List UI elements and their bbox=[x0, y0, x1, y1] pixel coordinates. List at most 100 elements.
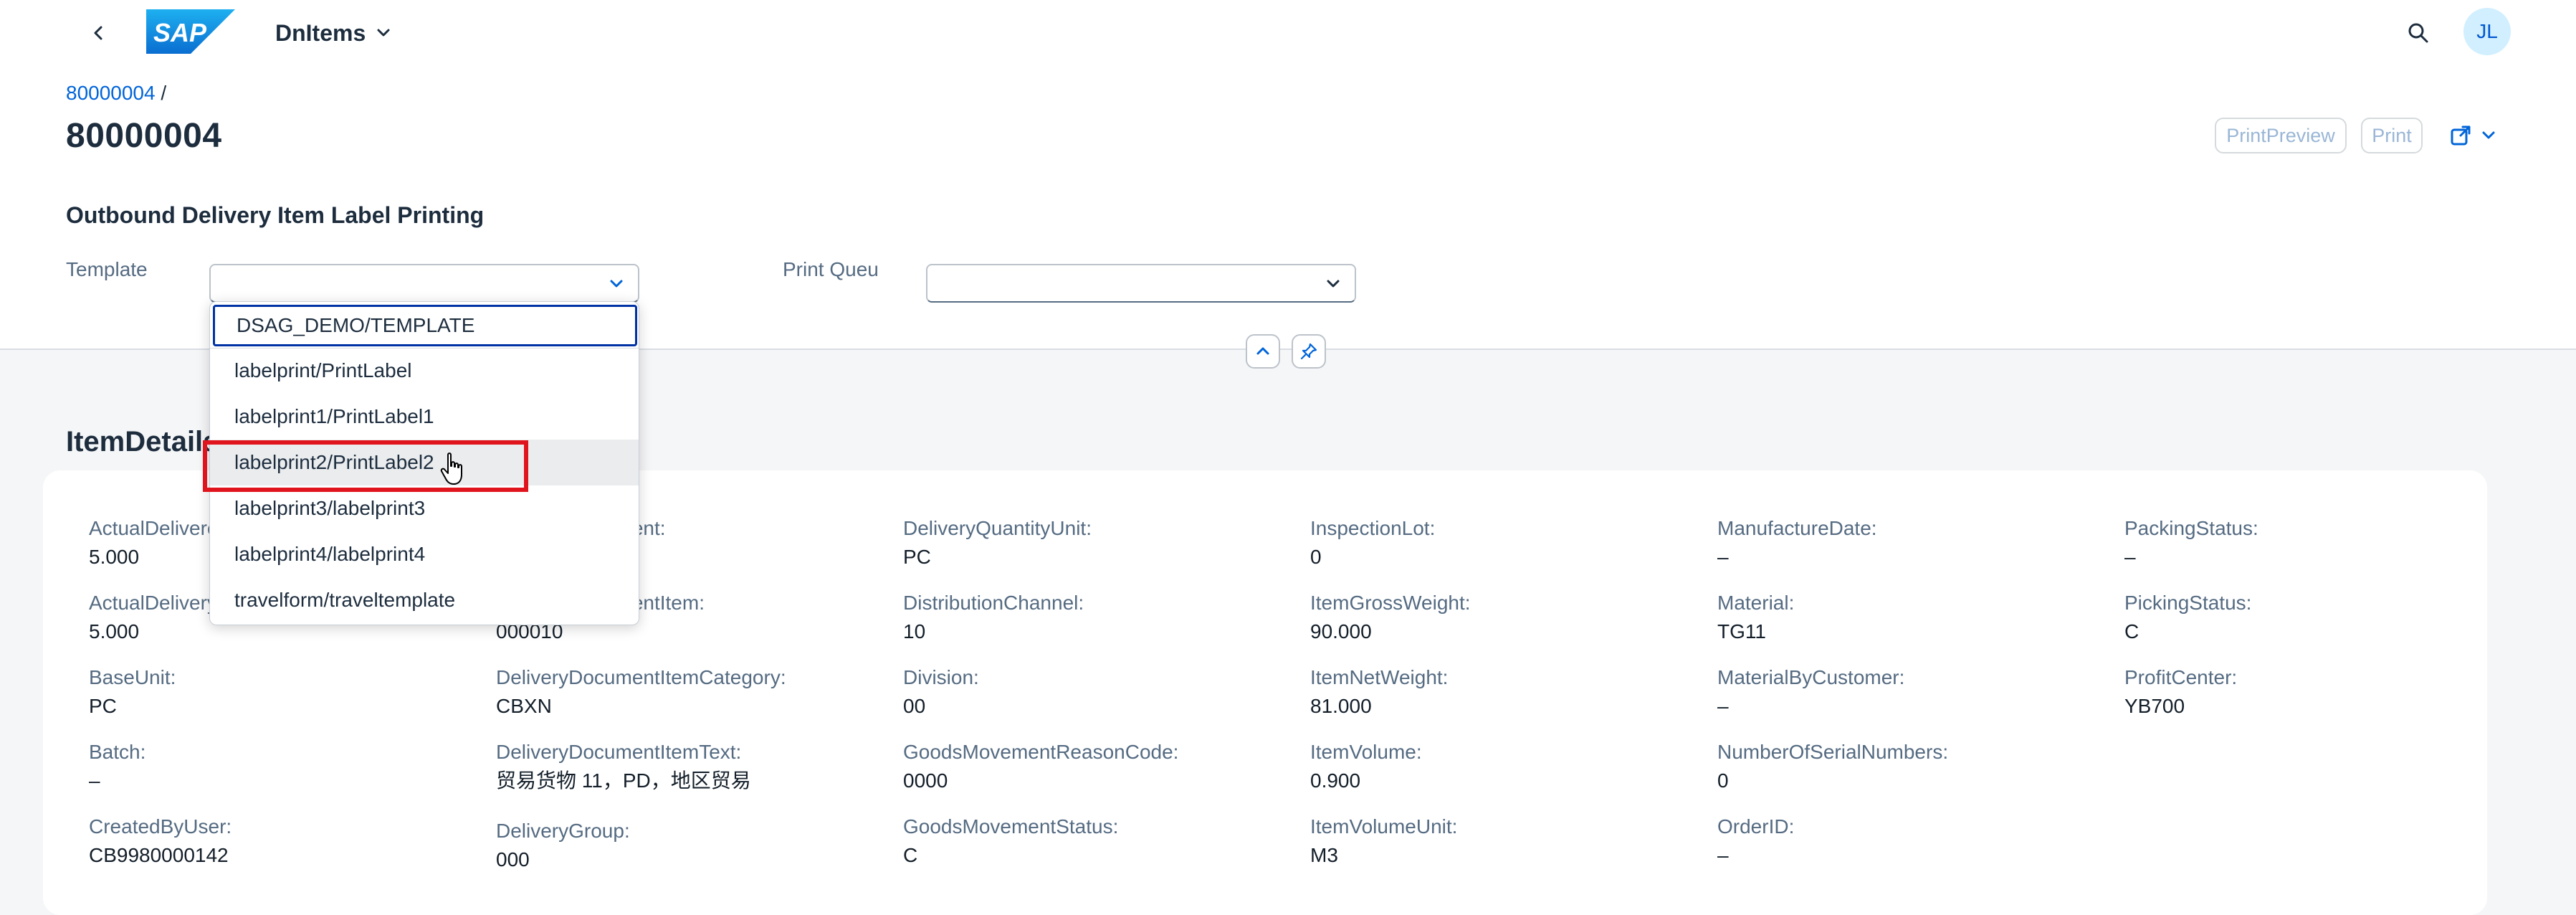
field-label: DeliveryGroup: bbox=[496, 820, 630, 842]
print-queue-label: Print Queu bbox=[783, 258, 879, 280]
hand-cursor-icon bbox=[440, 452, 462, 485]
dropdown-option[interactable]: labelprint3/labelprint3 bbox=[210, 485, 639, 531]
dropdown-option[interactable]: labelprint4/labelprint4 bbox=[210, 531, 639, 577]
field-value: 0 bbox=[1310, 546, 1322, 568]
shell-bar: SAP DnItems JL bbox=[0, 0, 2576, 66]
chevron-down-icon bbox=[2482, 131, 2495, 139]
field-material: Material: TG11 bbox=[1717, 591, 2104, 644]
dropdown-option[interactable]: labelprint1/PrintLabel1 bbox=[210, 394, 639, 440]
app-title: DnItems bbox=[275, 19, 366, 46]
field-value: 90.000 bbox=[1310, 620, 1372, 643]
chevron-down-icon bbox=[377, 29, 390, 37]
field-value: – bbox=[1717, 546, 1729, 568]
field-packing-status: PackingStatus: – bbox=[2124, 516, 2511, 569]
breadcrumb-link[interactable]: 80000004 bbox=[66, 82, 156, 104]
sap-logo: SAP bbox=[146, 9, 235, 54]
field-value: 00 bbox=[903, 695, 926, 717]
dropdown-option[interactable]: travelform/traveltemplate bbox=[210, 577, 639, 623]
print-label: Print bbox=[2372, 124, 2412, 146]
field-division: Division: 00 bbox=[903, 665, 1290, 719]
field-label: OrderID: bbox=[1717, 815, 1795, 838]
field-label: DeliveryDocumentItemText: bbox=[496, 741, 742, 763]
field-value: CB9980000142 bbox=[89, 844, 229, 866]
field-label: MaterialByCustomer: bbox=[1717, 666, 1905, 688]
field-value: 贸易货物 11，PD，地区贸易 bbox=[496, 769, 751, 792]
field-value: M3 bbox=[1310, 844, 1338, 866]
field-goods-movement-reason-code: GoodsMovementReasonCode: 0000 bbox=[903, 740, 1290, 793]
field-profit-center: ProfitCenter: YB700 bbox=[2124, 665, 2511, 719]
field-value: PC bbox=[89, 695, 117, 717]
print-button[interactable]: Print bbox=[2361, 118, 2423, 153]
section-title: Outbound Delivery Item Label Printing bbox=[66, 202, 485, 228]
field-created-by-user: CreatedByUser: CB9980000142 bbox=[89, 815, 476, 868]
field-label: PickingStatus: bbox=[2124, 592, 2252, 614]
dropdown-option[interactable]: DSAG_DEMO/TEMPLATE bbox=[213, 305, 637, 346]
field-label: NumberOfSerialNumbers: bbox=[1717, 741, 1949, 763]
avatar-initials: JL bbox=[2476, 20, 2498, 42]
field-label: ItemNetWeight: bbox=[1310, 666, 1449, 688]
field-value: – bbox=[2124, 546, 2136, 568]
chevron-down-icon bbox=[610, 280, 623, 288]
field-delivery-document-item-category: DeliveryDocumentItemCategory: CBXN bbox=[496, 665, 883, 719]
field-value: 0.900 bbox=[1310, 769, 1361, 792]
field-label: ItemGrossWeight: bbox=[1310, 592, 1471, 614]
search-icon bbox=[2408, 23, 2428, 43]
field-value: 0000 bbox=[903, 769, 948, 792]
field-label: ManufactureDate: bbox=[1717, 517, 1877, 539]
field-picking-status: PickingStatus: C bbox=[2124, 591, 2511, 644]
field-value: CBXN bbox=[496, 695, 552, 717]
page-title: 80000004 bbox=[66, 117, 222, 155]
chevron-up-icon bbox=[1256, 347, 1269, 355]
field-value: C bbox=[2124, 620, 2139, 643]
print-queue-select[interactable] bbox=[926, 264, 1356, 303]
field-inspection-lot: InspectionLot: 0 bbox=[1310, 516, 1697, 569]
field-label: ItemVolume: bbox=[1310, 741, 1422, 763]
template-label: Template bbox=[66, 258, 148, 280]
print-preview-label: PrintPreview bbox=[2226, 124, 2335, 146]
field-value: 0 bbox=[1717, 769, 1729, 792]
field-item-volume: ItemVolume: 0.900 bbox=[1310, 740, 1697, 793]
field-item-gross-weight: ItemGrossWeight: 90.000 bbox=[1310, 591, 1697, 644]
pin-icon bbox=[1300, 343, 1317, 360]
field-value: TG11 bbox=[1717, 620, 1766, 643]
template-select[interactable] bbox=[209, 264, 639, 303]
back-button[interactable] bbox=[83, 17, 115, 49]
pin-header-button[interactable] bbox=[1292, 334, 1326, 369]
breadcrumb: 80000004 / bbox=[66, 82, 166, 105]
field-label: Division: bbox=[903, 666, 979, 688]
field-label: ItemVolumeUnit: bbox=[1310, 815, 1458, 838]
dropdown-option[interactable]: labelprint/PrintLabel bbox=[210, 348, 639, 394]
field-label: ProfitCenter: bbox=[2124, 666, 2238, 688]
field-value: – bbox=[89, 769, 100, 792]
field-delivery-group: DeliveryGroup: 000 bbox=[496, 819, 883, 872]
field-label: BaseUnit: bbox=[89, 666, 176, 688]
field-delivery-document-item-text: DeliveryDocumentItemText: 贸易货物 11，PD，地区贸… bbox=[496, 740, 883, 793]
share-icon bbox=[2451, 125, 2471, 146]
print-preview-button[interactable]: PrintPreview bbox=[2215, 118, 2347, 153]
field-value: C bbox=[903, 844, 918, 866]
field-item-net-weight: ItemNetWeight: 81.000 bbox=[1310, 665, 1697, 719]
field-label: GoodsMovementStatus: bbox=[903, 815, 1119, 838]
field-manufacture-date: ManufactureDate: – bbox=[1717, 516, 2104, 569]
field-label: DeliveryQuantityUnit: bbox=[903, 517, 1092, 539]
field-value: – bbox=[1717, 844, 1729, 866]
field-label: GoodsMovementReasonCode: bbox=[903, 741, 1179, 763]
chevron-left-icon bbox=[94, 26, 102, 40]
field-order-id: OrderID: – bbox=[1717, 815, 2104, 868]
search-button[interactable] bbox=[2401, 16, 2436, 50]
field-number-of-serial-numbers: NumberOfSerialNumbers: 0 bbox=[1717, 740, 2104, 793]
app-title-menu[interactable]: DnItems bbox=[275, 16, 391, 50]
field-label: Material: bbox=[1717, 592, 1795, 614]
field-item-volume-unit: ItemVolumeUnit: M3 bbox=[1310, 815, 1697, 868]
avatar[interactable]: JL bbox=[2463, 8, 2511, 55]
svg-text:SAP: SAP bbox=[153, 18, 207, 47]
collapse-header-button[interactable] bbox=[1246, 334, 1280, 369]
field-distribution-channel: DistributionChannel: 10 bbox=[903, 591, 1290, 644]
share-menu-button[interactable] bbox=[2437, 118, 2509, 153]
field-value: 10 bbox=[903, 620, 926, 643]
field-base-unit: BaseUnit: PC bbox=[89, 665, 476, 719]
highlight-annotation bbox=[203, 440, 528, 492]
field-batch: Batch: – bbox=[89, 740, 476, 793]
field-value: PC bbox=[903, 546, 931, 568]
field-label: PackingStatus: bbox=[2124, 517, 2258, 539]
